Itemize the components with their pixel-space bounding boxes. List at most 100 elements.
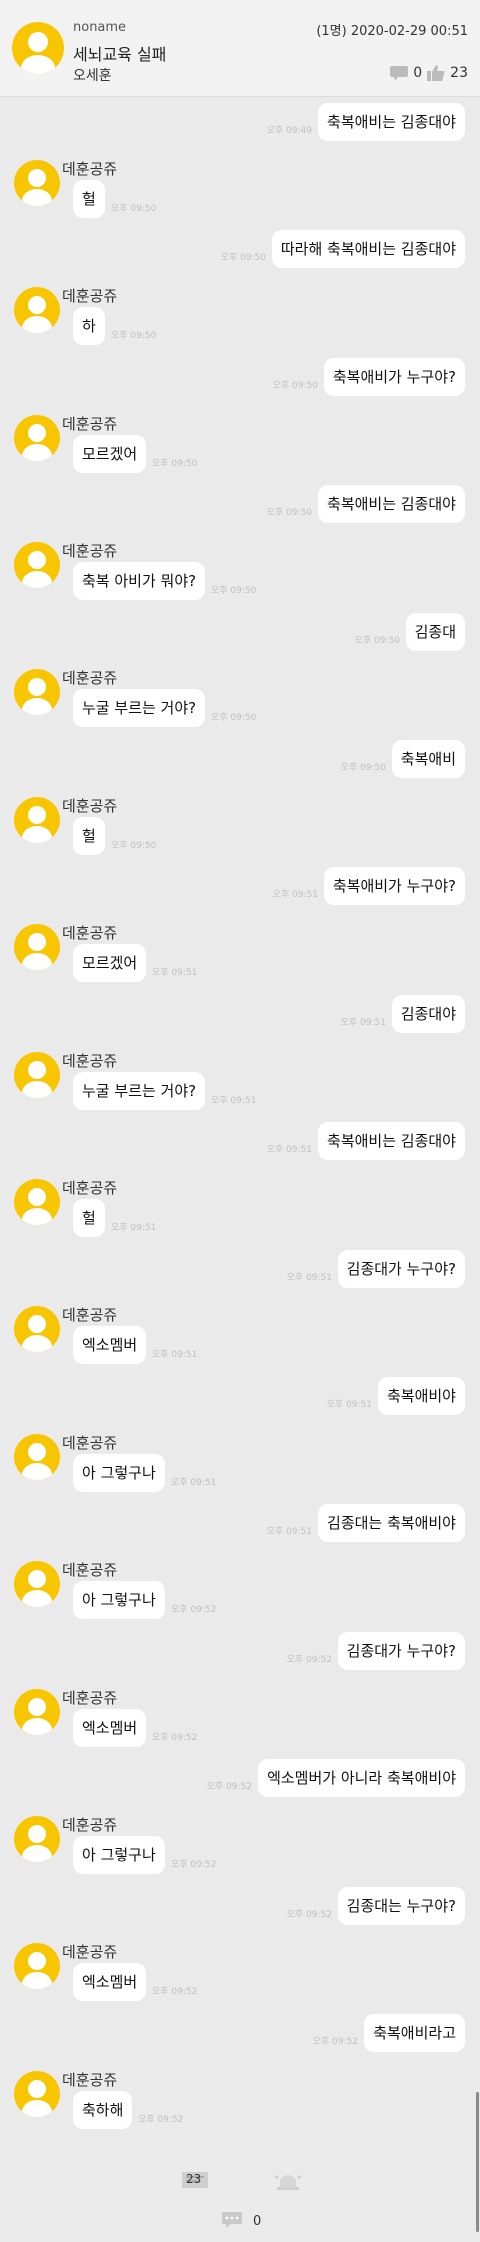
message-timestamp: 오후 09:49 — [266, 126, 312, 136]
sent-message-bubble[interactable]: 김종대가 누구야? — [337, 1632, 465, 1670]
message-timestamp: 오후 09:52 — [206, 1782, 252, 1792]
sent-message-bubble[interactable]: 김종대가 누구야? — [337, 1250, 465, 1288]
author-avatar[interactable] — [12, 22, 64, 74]
sender-avatar[interactable] — [14, 287, 60, 333]
sender-avatar[interactable] — [14, 160, 60, 206]
siren-icon[interactable] — [270, 2168, 306, 2192]
sent-message-bubble[interactable]: 김종대는 축복애비야 — [318, 1504, 465, 1542]
sent-message-bubble[interactable]: 축복애비가 누구야? — [323, 867, 465, 905]
sender-avatar[interactable] — [14, 1561, 60, 1607]
sender-avatar[interactable] — [14, 2071, 60, 2117]
default-profile-icon — [22, 169, 52, 206]
received-message-bubble[interactable]: 헐 — [73, 817, 105, 855]
post-meta: (1명) 2020-02-29 00:51 — [316, 24, 468, 39]
received-message-bubble[interactable]: 모르겠어 — [73, 944, 147, 982]
sender-name: 데훈공쥬 — [62, 1306, 118, 1324]
sender-avatar[interactable] — [14, 797, 60, 843]
sent-message-bubble[interactable]: 축복애비가 누구야? — [323, 358, 465, 396]
sender-name: 데훈공쥬 — [62, 1052, 118, 1070]
message-timestamp: 오후 09:50 — [211, 586, 257, 596]
sender-avatar[interactable] — [14, 1434, 60, 1480]
message-timestamp: 오후 09:50 — [111, 204, 157, 214]
like-count: 23 — [450, 65, 468, 81]
default-profile-icon — [22, 678, 52, 715]
message-timestamp: 오후 09:50 — [152, 459, 198, 469]
message-timestamp: 오후 09:52 — [171, 1605, 217, 1615]
default-profile-icon — [22, 806, 52, 843]
default-profile-icon — [22, 1061, 52, 1098]
sender-name: 데훈공쥬 — [62, 415, 118, 433]
received-message-bubble[interactable]: 축복 아비가 뭐야? — [73, 562, 206, 600]
message-timestamp: 오후 09:51 — [266, 1145, 312, 1155]
message-timestamp: 오후 09:51 — [111, 1223, 157, 1233]
sent-message-bubble[interactable]: 축복애비는 김종대야 — [318, 103, 465, 141]
sender-name: 데훈공쥬 — [62, 1943, 118, 1961]
message-timestamp: 오후 09:52 — [286, 1655, 332, 1665]
sent-message-bubble[interactable]: 축복애비야 — [377, 1377, 465, 1415]
scrollbar[interactable] — [476, 2092, 479, 2232]
message-timestamp: 오후 09:50 — [111, 841, 157, 851]
received-message-bubble[interactable]: 모르겠어 — [73, 435, 147, 473]
thumbs-up-icon[interactable] — [426, 64, 446, 82]
chat-bubble-icon[interactable] — [221, 2211, 243, 2229]
sent-message-bubble[interactable]: 김종대 — [405, 613, 465, 651]
sender-avatar[interactable] — [14, 669, 60, 715]
sender-avatar[interactable] — [14, 1306, 60, 1352]
sender-avatar[interactable] — [14, 542, 60, 588]
recommend-count: 23 — [186, 2172, 202, 2186]
sent-message-bubble[interactable]: 엑소멤버가 아니라 축복애비야 — [258, 1759, 465, 1797]
message-timestamp: 오후 09:52 — [152, 1733, 198, 1743]
default-profile-icon — [22, 1315, 52, 1352]
sender-name: 데훈공쥬 — [62, 2071, 118, 2089]
sent-message-bubble[interactable]: 김종대야 — [391, 995, 465, 1033]
sent-message-bubble[interactable]: 축복애비라고 — [364, 2014, 465, 2052]
received-message-bubble[interactable]: 아 그렇구나 — [73, 1581, 165, 1619]
received-message-bubble[interactable]: 축하해 — [73, 2091, 133, 2129]
thumbs-down-icon[interactable] — [389, 64, 409, 82]
sender-name: 데훈공쥬 — [62, 1816, 118, 1834]
received-message-bubble[interactable]: 아 그렇구나 — [73, 1454, 165, 1492]
post-author: 오세훈 — [73, 68, 112, 84]
message-timestamp: 오후 09:51 — [326, 1400, 372, 1410]
sender-avatar[interactable] — [14, 415, 60, 461]
sent-message-bubble[interactable]: 축복애비는 김종대야 — [318, 1122, 465, 1160]
sent-message-bubble[interactable]: 김종대는 누구야? — [337, 1887, 465, 1925]
received-message-bubble[interactable]: 헐 — [73, 1199, 105, 1237]
message-timestamp: 오후 09:50 — [354, 636, 400, 646]
sender-avatar[interactable] — [14, 1052, 60, 1098]
post-title: 세뇌교육 실패 — [73, 45, 167, 64]
sender-avatar[interactable] — [14, 1943, 60, 1989]
sender-avatar[interactable] — [14, 924, 60, 970]
received-message-bubble[interactable]: 엑소멤버 — [73, 1709, 147, 1747]
received-message-bubble[interactable]: 엑소멤버 — [73, 1963, 147, 2001]
received-message-bubble[interactable]: 헐 — [73, 180, 105, 218]
message-timestamp: 오후 09:50 — [220, 253, 266, 263]
sender-name: 데훈공쥬 — [62, 542, 118, 560]
post-stats: 0 23 — [389, 64, 468, 82]
message-timestamp: 오후 09:50 — [272, 381, 318, 391]
message-timestamp: 오후 09:52 — [286, 1910, 332, 1920]
sent-message-bubble[interactable]: 축복애비 — [391, 740, 465, 778]
sent-message-bubble[interactable]: 따라해 축복애비는 김종대야 — [271, 230, 465, 268]
message-timestamp: 오후 09:52 — [312, 2037, 358, 2047]
message-timestamp: 오후 09:50 — [340, 763, 386, 773]
default-profile-icon — [22, 1952, 52, 1989]
default-profile-icon — [22, 296, 52, 333]
sender-avatar[interactable] — [14, 1816, 60, 1862]
received-message-bubble[interactable]: 엑소멤버 — [73, 1326, 147, 1364]
sender-name: 데훈공쥬 — [62, 287, 118, 305]
received-message-bubble[interactable]: 누굴 부르는 거야? — [73, 1072, 206, 1110]
received-message-bubble[interactable]: 아 그렇구나 — [73, 1836, 165, 1874]
sent-message-bubble[interactable]: 축복애비는 김종대야 — [318, 485, 465, 523]
sender-avatar[interactable] — [14, 1179, 60, 1225]
message-timestamp: 오후 09:51 — [152, 1350, 198, 1360]
message-timestamp: 오후 09:50 — [111, 331, 157, 341]
received-message-bubble[interactable]: 누굴 부르는 거야? — [73, 689, 206, 727]
message-timestamp: 오후 09:51 — [152, 968, 198, 978]
message-timestamp: 오후 09:52 — [138, 2115, 184, 2125]
sender-avatar[interactable] — [14, 1689, 60, 1735]
post-header: noname 세뇌교육 실패 오세훈 (1명) 2020-02-29 00:51… — [0, 0, 480, 97]
message-timestamp: 오후 09:50 — [266, 508, 312, 518]
received-message-bubble[interactable]: 하 — [73, 307, 105, 345]
message-timestamp: 오후 09:51 — [286, 1273, 332, 1283]
